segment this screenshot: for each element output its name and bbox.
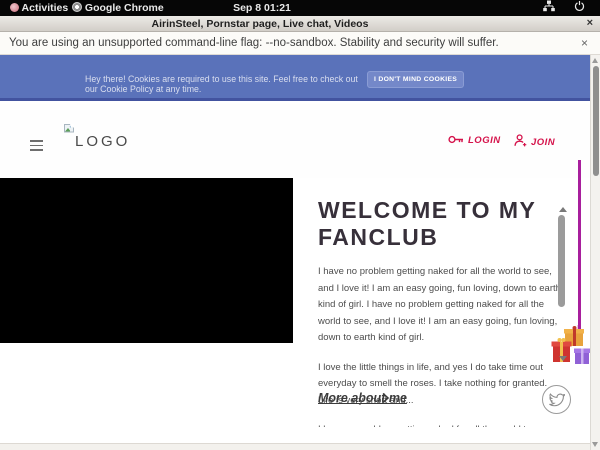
scrollbar-up-arrow-icon[interactable] — [592, 58, 598, 63]
cookie-banner: Hey there! Cookies are required to use t… — [0, 55, 590, 101]
window-title-bar[interactable]: AirinSteel, Pornstar page, Live chat, Vi… — [0, 16, 600, 32]
add-user-icon — [514, 134, 527, 147]
inner-scrollbar-thumb[interactable] — [558, 215, 565, 307]
scrollbar-down-arrow-icon[interactable] — [592, 442, 598, 447]
hamburger-menu-icon[interactable] — [30, 140, 43, 151]
activities-button[interactable]: Activities — [10, 0, 68, 16]
infobar-message: You are using an unsupported command-lin… — [9, 37, 499, 49]
accept-cookies-button[interactable]: I DON'T MIND COOKIES — [367, 71, 464, 88]
site-logo[interactable]: LOGO — [64, 124, 134, 154]
about-paragraph-clipped: I have no problem getting naked for all … — [318, 422, 562, 427]
twitter-bird-icon — [548, 392, 565, 407]
video-player[interactable] — [0, 178, 293, 343]
chrome-icon — [72, 2, 82, 12]
key-icon — [448, 134, 464, 145]
more-about-me-link[interactable]: More about me — [318, 391, 407, 405]
window-title: AirinSteel, Pornstar page, Live chat, Vi… — [0, 16, 520, 32]
about-paragraph: I have no problem getting naked for all … — [318, 264, 562, 347]
clock[interactable]: Sep 8 01:21 — [224, 0, 300, 16]
join-label: JOIN — [531, 137, 555, 148]
broken-image-icon — [64, 124, 74, 134]
activities-dot-icon — [10, 3, 19, 12]
gnome-top-bar: Activities Google Chrome Sep 8 01:21 — [0, 0, 600, 16]
twitter-button[interactable] — [542, 385, 571, 414]
gifts-icon[interactable] — [551, 325, 593, 369]
network-icon[interactable] — [543, 0, 555, 16]
page-scrollbar[interactable] — [590, 55, 600, 450]
chevron-right-icon — [381, 392, 390, 404]
gift-ribbon-line — [578, 160, 581, 330]
inner-scrollbar-down-arrow-icon[interactable] — [559, 356, 567, 361]
page-bottom-edge — [0, 443, 590, 450]
power-icon[interactable] — [574, 0, 585, 16]
cookie-message: Hey there! Cookies are required to use t… — [85, 74, 360, 94]
login-label: LOGIN — [468, 135, 501, 146]
activities-label: Activities — [22, 2, 69, 14]
scrollbar-thumb[interactable] — [593, 66, 599, 176]
app-menu-label: Google Chrome — [85, 2, 164, 14]
chrome-infobar: You are using an unsupported command-lin… — [0, 32, 600, 55]
welcome-heading: WELCOME TO MY FANCLUB — [318, 197, 562, 251]
app-menu-button[interactable]: Google Chrome — [72, 0, 164, 16]
login-button[interactable]: LOGIN — [448, 134, 501, 146]
infobar-close-icon[interactable]: × — [581, 36, 588, 50]
window-close-icon[interactable]: × — [587, 16, 593, 31]
logo-text: LOGO — [75, 133, 130, 150]
inner-scrollbar-up-arrow-icon[interactable] — [559, 207, 567, 212]
join-button[interactable]: JOIN — [514, 134, 555, 148]
